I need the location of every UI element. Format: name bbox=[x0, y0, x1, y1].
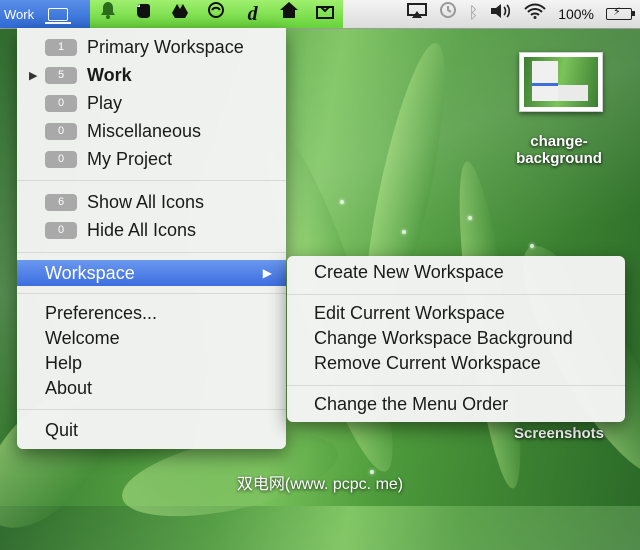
volume-icon[interactable] bbox=[490, 0, 512, 28]
workspace-item-primary[interactable]: 1 Primary Workspace bbox=[17, 35, 286, 59]
watermark-text: 双电网(www. pcpc. me) bbox=[236, 476, 404, 493]
menu-item-label: About bbox=[45, 377, 93, 398]
edit-workspace-item[interactable]: Edit Current Workspace bbox=[314, 303, 505, 324]
welcome-item[interactable]: Welcome bbox=[17, 326, 286, 350]
workspace-item-miscellaneous[interactable]: 0 Miscellaneous bbox=[17, 119, 286, 143]
menu-item-label: Work bbox=[87, 64, 132, 85]
menu-item-label: Quit bbox=[45, 419, 79, 440]
hide-all-icons-item[interactable]: 0 Hide All Icons bbox=[17, 218, 286, 242]
time-machine-icon[interactable] bbox=[439, 0, 457, 28]
laptop-icon bbox=[45, 7, 72, 24]
menu-item-label: Hide All Icons bbox=[87, 219, 197, 240]
icon-count-badge: 0 bbox=[45, 150, 77, 168]
workspace-submenu-item[interactable]: Workspace ▶ bbox=[17, 260, 286, 286]
d-app-icon[interactable]: d bbox=[240, 0, 266, 28]
google-drive-icon[interactable] bbox=[167, 0, 193, 28]
icon-count-badge: 0 bbox=[45, 221, 77, 239]
evernote-icon[interactable] bbox=[131, 0, 157, 28]
show-all-icons-item[interactable]: 6 Show All Icons bbox=[17, 190, 286, 214]
current-indicator-icon: ▶ bbox=[29, 69, 38, 82]
desktop-file-thumbnail[interactable] bbox=[519, 52, 603, 112]
battery-icon[interactable]: ⚡ bbox=[606, 6, 635, 20]
change-menu-order-item[interactable]: Change the Menu Order bbox=[314, 394, 508, 415]
icon-count-badge: 0 bbox=[45, 122, 77, 140]
icon-count-badge: 0 bbox=[45, 94, 77, 112]
remove-workspace-item[interactable]: Remove Current Workspace bbox=[314, 353, 541, 374]
preferences-item[interactable]: Preferences... bbox=[17, 301, 286, 325]
menu-separator bbox=[17, 409, 286, 410]
menu-item-label: Help bbox=[45, 352, 83, 373]
icon-count-badge: 5 bbox=[45, 66, 77, 84]
workspace-name: Work bbox=[4, 6, 35, 22]
menu-separator bbox=[287, 294, 625, 295]
workspace-item-work[interactable]: ▶ 5 Work bbox=[17, 63, 286, 87]
battery-percentage[interactable]: 100% bbox=[558, 6, 594, 22]
file-label-line-1: change- bbox=[530, 133, 588, 150]
thumbnail-image bbox=[524, 57, 598, 107]
bell-icon[interactable] bbox=[95, 0, 121, 28]
workspace-item-play[interactable]: 0 Play bbox=[17, 91, 286, 115]
screenshots-folder-label[interactable]: Screenshots bbox=[500, 425, 618, 442]
submenu-arrow-icon: ▶ bbox=[262, 266, 272, 280]
menu-separator bbox=[17, 180, 286, 181]
workspace-dropdown-menu: 1 Primary Workspace ▶ 5 Work 0 Play 0 Mi… bbox=[17, 28, 286, 449]
menu-separator bbox=[17, 293, 286, 294]
menu-item-label: Workspace bbox=[45, 262, 135, 283]
menu-item-label: Preferences... bbox=[45, 302, 158, 323]
home-icon[interactable] bbox=[276, 0, 302, 28]
icon-count-badge: 1 bbox=[45, 38, 77, 56]
file-label-line-2: background bbox=[516, 150, 602, 167]
system-status-icons: ᛒ 100% ⚡ bbox=[343, 0, 640, 28]
menu-bar: Work d ᛒ 100% ⚡ bbox=[0, 0, 640, 29]
status-icons-group: d bbox=[90, 0, 343, 28]
menu-item-label: Show All Icons bbox=[87, 191, 205, 212]
menu-separator bbox=[17, 252, 286, 253]
bluetooth-icon[interactable]: ᛒ bbox=[469, 0, 479, 28]
circle-sync-icon[interactable] bbox=[203, 0, 229, 28]
menu-item-label: Welcome bbox=[45, 327, 120, 348]
menu-item-label: My Project bbox=[87, 148, 173, 169]
wifi-icon[interactable] bbox=[524, 0, 546, 28]
quit-item[interactable]: Quit bbox=[17, 418, 286, 442]
about-item[interactable]: About bbox=[17, 376, 286, 400]
desktop-file-label[interactable]: change- background bbox=[496, 133, 622, 167]
airplay-icon[interactable] bbox=[406, 0, 427, 28]
workspace-item-my-project[interactable]: 0 My Project bbox=[17, 147, 286, 171]
inbox-tray-icon[interactable] bbox=[312, 0, 338, 28]
workspace-menu-extra[interactable]: Work bbox=[0, 0, 90, 28]
menu-item-label: Play bbox=[87, 92, 123, 113]
help-item[interactable]: Help bbox=[17, 351, 286, 375]
icon-count-badge: 6 bbox=[45, 193, 77, 211]
menu-item-label: Miscellaneous bbox=[87, 120, 202, 141]
menu-separator bbox=[287, 385, 625, 386]
menu-item-label: Primary Workspace bbox=[87, 36, 244, 57]
create-workspace-item[interactable]: Create New Workspace bbox=[314, 262, 504, 283]
workspace-submenu: Create New Workspace Edit Current Worksp… bbox=[287, 256, 625, 422]
change-background-item[interactable]: Change Workspace Background bbox=[314, 328, 573, 349]
